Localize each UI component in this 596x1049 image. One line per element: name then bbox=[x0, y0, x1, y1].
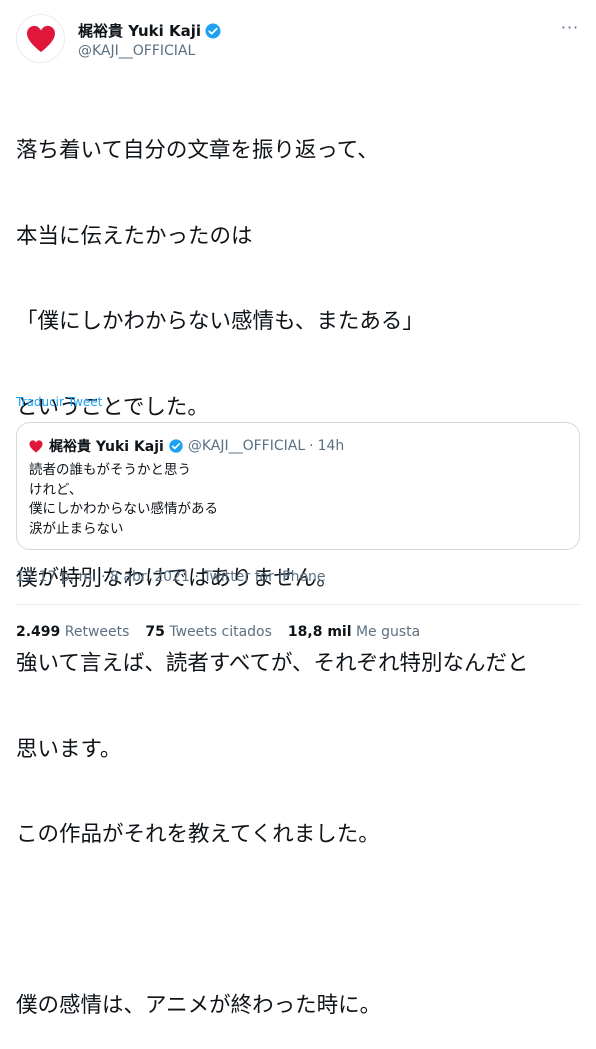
retweets-count: 2.499 bbox=[16, 624, 61, 640]
avatar[interactable] bbox=[16, 14, 65, 63]
name-row: 梶裕貴 Yuki Kaji bbox=[78, 20, 222, 41]
quoted-handle: @KAJI__OFFICIAL bbox=[187, 438, 306, 454]
quoted-line: 僕にしかわからない感情がある bbox=[29, 501, 218, 517]
quoted-time: 14h bbox=[317, 438, 345, 454]
tweet-date[interactable]: 8 abr. 2021 bbox=[110, 569, 190, 585]
tweet-text: 落ち着いて自分の文章を振り返って、 本当に伝えたかったのは 「僕にしかわからない… bbox=[16, 80, 586, 1049]
tweet-line: この作品がそれを教えてくれました。 bbox=[16, 822, 380, 847]
quoted-line: けれど、 bbox=[29, 481, 83, 498]
red-heart-icon bbox=[26, 25, 55, 52]
tweet-line: 思います。 bbox=[16, 736, 122, 762]
tweet-line bbox=[16, 907, 586, 936]
more-options-icon[interactable]: ··· bbox=[558, 20, 582, 40]
tweet-line: 本当に伝えたかったのは bbox=[16, 223, 253, 249]
retweets-stat[interactable]: 2.499 Retweets bbox=[16, 624, 129, 640]
quoted-separator: · bbox=[309, 438, 314, 454]
quotes-label: Tweets citados bbox=[169, 624, 272, 640]
likes-label: Me gusta bbox=[355, 624, 421, 640]
likes-stat[interactable]: 18,8 mil Me gusta bbox=[288, 624, 420, 640]
tweet-source[interactable]: Twitter for iPhone bbox=[203, 569, 325, 585]
tweet-header: 梶裕貴 Yuki Kaji @KAJI__OFFICIAL ··· bbox=[16, 14, 582, 64]
user-handle[interactable]: @KAJI__OFFICIAL bbox=[78, 43, 195, 59]
quotes-count: 75 bbox=[145, 624, 165, 640]
likes-count: 18,8 mil bbox=[287, 624, 352, 640]
quoted-line: 読者の誰もがそうかと思う bbox=[29, 462, 191, 478]
divider bbox=[16, 604, 580, 605]
quoted-tweet[interactable]: 梶裕貴 Yuki Kaji @KAJI__OFFICIAL · 14h 読者の誰… bbox=[16, 422, 580, 550]
quoted-line: 涙が止まらない bbox=[29, 520, 124, 537]
quoted-tweet-header: 梶裕貴 Yuki Kaji @KAJI__OFFICIAL · 14h bbox=[29, 436, 344, 456]
quoted-display-name: 梶裕貴 Yuki Kaji bbox=[49, 439, 164, 455]
tweet-line: 「僕にしかわからない感情も、またある」 bbox=[16, 309, 424, 334]
display-name[interactable]: 梶裕貴 Yuki Kaji bbox=[78, 20, 201, 41]
verified-badge-icon bbox=[204, 22, 222, 40]
tweet-time[interactable]: 12:17 p. m. bbox=[16, 569, 97, 585]
quotes-stat[interactable]: 75 Tweets citados bbox=[145, 624, 271, 640]
tweet-meta: 12:17 p. m. · 8 abr. 2021 · Twitter for … bbox=[16, 569, 326, 585]
retweets-label: Retweets bbox=[64, 624, 130, 640]
meta-separator: · bbox=[194, 569, 199, 585]
red-heart-icon bbox=[29, 439, 45, 453]
translate-tweet-link[interactable]: Traducir Tweet bbox=[16, 395, 102, 409]
tweet-line: 落ち着いて自分の文章を振り返って、 bbox=[16, 138, 379, 163]
verified-badge-icon bbox=[168, 438, 184, 454]
quoted-tweet-text: 読者の誰もがそうかと思う けれど、 僕にしかわからない感情がある 涙が止まらない bbox=[29, 461, 218, 539]
meta-separator: · bbox=[101, 569, 106, 585]
tweet-stats: 2.499 Retweets 75 Tweets citados 18,8 mi… bbox=[16, 624, 420, 640]
tweet-line: 僕の感情は、アニメが終わった時に。 bbox=[16, 993, 382, 1018]
tweet-line: 強いて言えば、読者すべてが、それぞれ特別なんだと bbox=[16, 651, 529, 676]
